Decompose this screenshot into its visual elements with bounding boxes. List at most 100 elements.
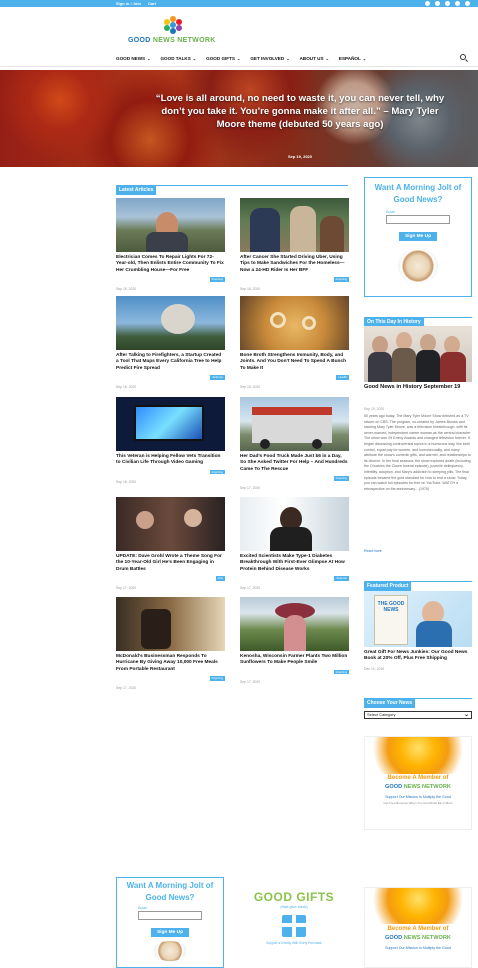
article-thumbnail[interactable] (116, 296, 225, 350)
article-thumbnail[interactable] (240, 397, 349, 451)
article-thumbnail[interactable] (116, 597, 225, 651)
category-tag[interactable]: Inspiring (209, 277, 225, 282)
read-more-link[interactable]: Read more (364, 549, 382, 553)
featured-product-image[interactable]: THE GOOD NEWS (364, 591, 472, 647)
article-title[interactable]: Her Dad’s Food Truck Made Just $6 in a D… (240, 454, 349, 473)
article-thumbnail[interactable] (240, 497, 349, 551)
article-card[interactable]: McDonald’s Businessman Responds To Hurri… (116, 597, 225, 690)
logo-text-rest: NEWS NETWORK (150, 37, 216, 44)
nav-get-involved[interactable]: GET INVOLVED ⌄ (250, 56, 289, 61)
site-logo[interactable]: GOOD NEWS NETWORK (128, 16, 218, 46)
article-date: Sep 17, 2020 (240, 679, 261, 684)
article-meta: Sep 17, 2020 Science (240, 576, 349, 590)
article-card[interactable]: Her Dad’s Food Truck Made Just $6 in a D… (240, 397, 349, 490)
top-bar: Sign in / Join Cart (0, 0, 478, 7)
promo-rest: NEWS NETWORK (402, 784, 451, 790)
article-title[interactable]: McDonald’s Businessman Responds To Hurri… (116, 654, 225, 673)
promo-line2: GOOD NEWS NETWORK (365, 935, 471, 941)
cart-link[interactable]: Cart (148, 1, 156, 6)
article-date: Sep 18, 2020 (116, 385, 137, 390)
article-thumbnail[interactable] (116, 497, 225, 551)
article-date: Sep 17, 2020 (116, 586, 137, 591)
article-title[interactable]: Kenosha, Wisconsin Farmer Plants Two Mil… (240, 654, 349, 667)
chevron-down-icon: ⌄ (236, 55, 241, 61)
history-header: On This Day In History (364, 310, 472, 327)
membership-promo-footer[interactable]: Become A Member of GOOD NEWS NETWORK Sup… (364, 887, 472, 968)
pinterest-icon[interactable] (445, 1, 450, 6)
category-tag[interactable]: Health (336, 375, 349, 380)
article-card[interactable]: Bone Broth Strengthens Immunity, Body, a… (240, 296, 349, 389)
article-thumbnail[interactable] (116, 198, 225, 252)
history-image[interactable] (364, 326, 472, 382)
nav-good-news[interactable]: GOOD NEWS ⌄ (116, 56, 150, 61)
email-field[interactable] (138, 911, 202, 920)
facebook-icon[interactable] (425, 1, 430, 6)
good-gifts-ad[interactable]: GOOD GIFTS (that give back) Support a Ch… (240, 890, 348, 968)
article-title[interactable]: Excited Scientists Make Type-1 Diabetes … (240, 554, 349, 573)
twitter-icon[interactable] (455, 1, 460, 6)
article-thumbnail[interactable] (240, 296, 349, 350)
youtube-icon[interactable] (465, 1, 470, 6)
book-cover-title: THE GOOD NEWS (377, 601, 405, 613)
coffee-cup-image (152, 941, 188, 961)
promo-line4: Get Free Bonuses When You Contribute $3 … (383, 801, 453, 805)
sign-up-button[interactable]: Sign Me Up (398, 232, 438, 241)
promo-line1: Become A Member of (387, 926, 449, 932)
article-date: Sep 18, 2020 (116, 287, 137, 292)
nav-label: ABOUT US (299, 55, 324, 61)
history-title[interactable]: Good News in History September 19 (364, 384, 472, 391)
article-card[interactable]: Excited Scientists Make Type-1 Diabetes … (240, 497, 349, 590)
article-thumbnail[interactable] (116, 397, 225, 451)
article-title[interactable]: After Talking to Firefighters, a Startup… (116, 353, 225, 372)
article-title[interactable]: Electrician Comes To Repair Lights For 7… (116, 255, 225, 274)
search-icon[interactable] (460, 54, 466, 60)
article-card[interactable]: Kenosha, Wisconsin Farmer Plants Two Mil… (240, 597, 349, 684)
article-thumbnail[interactable] (240, 198, 349, 252)
category-tag[interactable]: Arts (215, 576, 225, 581)
category-tag[interactable]: Inspiring (209, 676, 225, 681)
category-select[interactable]: Select Category ⌄ (364, 711, 472, 719)
social-icons (425, 1, 470, 6)
category-tag[interactable]: Inspiring (333, 476, 349, 481)
article-thumbnail[interactable] (240, 597, 349, 651)
article-meta: Sep 18, 2020 Science (116, 375, 225, 389)
category-tag[interactable]: Inspiring (333, 669, 349, 675)
featured-title[interactable]: Great Gift For News Junkies: Our Good Ne… (364, 650, 472, 663)
article-title[interactable]: After Cancer She Started Driving Uber, U… (240, 255, 349, 274)
gifts-caption: Support a Charity With Every Purchase (266, 941, 322, 945)
category-tag[interactable]: Inspiring (333, 277, 349, 282)
category-tag[interactable]: Science (334, 576, 349, 581)
article-card[interactable]: This Veteran is Helping Fellow Vets Tran… (116, 397, 225, 484)
article-title[interactable]: This Veteran is Helping Fellow Vets Tran… (116, 454, 225, 467)
latest-articles-header: Latest Articles (116, 178, 348, 195)
article-card[interactable]: UPDATE: Dave Grohl Wrote a Theme Song Fo… (116, 497, 225, 590)
featured-date: Dec 19, 2019 (364, 667, 385, 671)
article-title[interactable]: Bone Broth Strengthens Immunity, Body, a… (240, 353, 349, 372)
sign-in-link[interactable]: Sign in / Join (116, 1, 141, 6)
logo-text: GOOD NEWS NETWORK (128, 37, 218, 44)
history-date: Sep 19, 2020 (364, 407, 385, 411)
nav-about-us[interactable]: ABOUT US ⌄ (300, 56, 329, 61)
article-card[interactable]: After Talking to Firefighters, a Startup… (116, 296, 225, 389)
section-title: Latest Articles (116, 186, 157, 195)
category-tag[interactable]: Science (210, 375, 225, 380)
email-field[interactable] (386, 215, 450, 224)
sign-up-button[interactable]: Sign Me Up (150, 928, 190, 937)
nav-espanol[interactable]: ESPAÑOL ⌄ (339, 56, 366, 61)
chevron-down-icon: ⌄ (147, 55, 151, 61)
article-meta: Sep 17, 2020 Inspiring (240, 669, 349, 684)
newsletter-box: Want A Morning Jolt of Good News? Email … (364, 177, 472, 297)
nav-good-talks[interactable]: GOOD TALKS ⌄ (160, 56, 196, 61)
article-title[interactable]: UPDATE: Dave Grohl Wrote a Theme Song Fo… (116, 554, 225, 573)
hero-banner[interactable]: “Love is all around, no need to waste it… (0, 70, 478, 167)
article-card[interactable]: After Cancer She Started Driving Uber, U… (240, 198, 349, 291)
article-card[interactable]: Electrician Comes To Repair Lights For 7… (116, 198, 225, 291)
hero-quote[interactable]: “Love is all around, no need to waste it… (150, 92, 450, 131)
instagram-icon[interactable] (435, 1, 440, 6)
promo-line1: Become A Member of (387, 775, 449, 781)
chevron-down-icon: ⌄ (286, 55, 290, 61)
category-tag[interactable]: Inspiring (209, 469, 225, 475)
membership-promo[interactable]: Become A Member of GOOD NEWS NETWORK Sup… (364, 736, 472, 830)
nav-good-gifts[interactable]: GOOD GIFTS ⌄ (206, 56, 240, 61)
article-meta: Sep 17, 2020 Arts (116, 576, 225, 590)
